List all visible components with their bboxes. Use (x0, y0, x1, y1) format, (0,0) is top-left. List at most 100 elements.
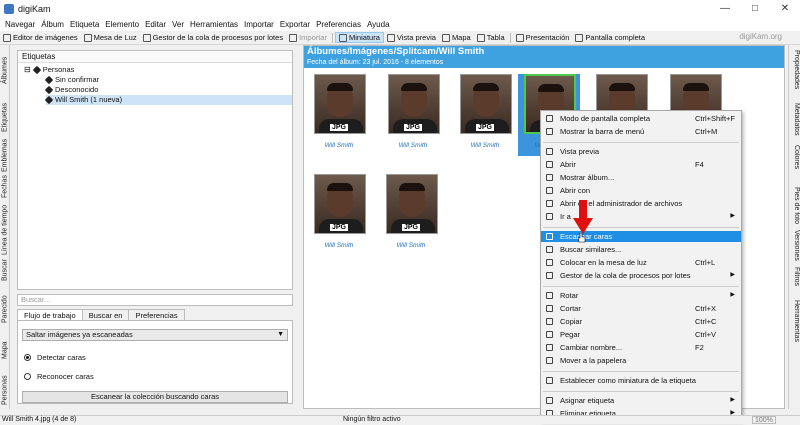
photo-hair (399, 183, 425, 191)
tag-node-personas[interactable]: ⊟ Personas (24, 65, 292, 75)
tab-preferencias[interactable]: Preferencias (128, 309, 185, 320)
sidebar-tab-mapa[interactable]: Mapa (0, 333, 10, 367)
tabla-icon (476, 33, 485, 42)
toolbar-gestor-de-la-cola-de-procesos-por-lotes-button[interactable]: Gestor de la cola de procesos por lotes (140, 33, 287, 42)
detect-faces-label: Detectar caras (37, 353, 86, 362)
menu-navegar[interactable]: Navegar (2, 20, 38, 29)
tab-flujo-de-trabajo[interactable]: Flujo de trabajo (17, 309, 83, 320)
photo-hair (609, 83, 635, 91)
minimize-icon[interactable]: — (710, 0, 740, 17)
menu-etiqueta[interactable]: Etiqueta (67, 20, 102, 29)
menu-item-shortcut: Ctrl+C (695, 317, 717, 326)
context-menu-item-buscar-similares[interactable]: Buscar similares... (541, 244, 741, 255)
sidebar-tab-filtros[interactable]: Filtros (790, 267, 800, 295)
context-menu-item-mostrar-la-barra-de-menu[interactable]: Mostrar la barra de menú Ctrl+M (541, 126, 741, 137)
menu-elemento[interactable]: Elemento (102, 20, 142, 29)
scan-collection-button[interactable]: Escanear la colección buscando caras (22, 391, 288, 403)
context-menu-item-abrir-con[interactable]: Abrir con (541, 185, 741, 196)
tag-search-input[interactable]: Buscar... (17, 294, 293, 306)
sidebar-tab-linea-de-tiempo[interactable]: Línea de tiempo (0, 205, 10, 255)
context-menu-item-modo-de-pantalla-completa[interactable]: Modo de pantalla completa Ctrl+Shift+F (541, 113, 741, 124)
recognize-faces-radio[interactable]: Reconocer caras (24, 372, 94, 381)
toolbar-pantalla-completa-button[interactable]: Pantalla completa (572, 33, 648, 42)
context-menu-item-gestor-de-la-cola-de-procesos-por-lotes[interactable]: Gestor de la cola de procesos por lotes ▶ (541, 270, 741, 281)
image-thumbnail[interactable]: JPG Will Smith (382, 74, 444, 156)
sidebar-tab-albumes[interactable]: Álbumes (0, 50, 10, 90)
toolbar-importar-button[interactable]: Importar (286, 33, 330, 42)
context-menu-item-rotar[interactable]: Rotar ▶ (541, 290, 741, 301)
context-menu-item-asignar-etiqueta[interactable]: Asignar etiqueta ▶ (541, 395, 741, 406)
menu-ver[interactable]: Ver (169, 20, 187, 29)
toolbar-vista-previa-button[interactable]: Vista previa (384, 33, 439, 42)
tag-node-sin-confirmar[interactable]: Sin confirmar (44, 75, 292, 85)
tag-node-desconocido[interactable]: Desconocido (44, 85, 292, 95)
menu-item-shortcut: F2 (695, 343, 704, 352)
menu-ayuda[interactable]: Ayuda (364, 20, 393, 29)
scan-mode-select[interactable]: Saltar imágenes ya escaneadas ▼ (22, 329, 288, 341)
menu-exportar[interactable]: Exportar (277, 20, 313, 29)
context-menu-item-ir-a[interactable]: Ir a ▶ (541, 211, 741, 222)
tab-buscar-en[interactable]: Buscar en (81, 309, 130, 320)
zoom-field[interactable]: 100% (752, 416, 776, 424)
sidebar-tab-personas[interactable]: Personas (0, 370, 10, 410)
thumbnail-caption: Will Smith (398, 142, 428, 149)
album-header: Álbumes/Imágenes/Splitcam/Will Smith Fec… (304, 46, 784, 68)
title-bar: digiKam — □ ✕ (0, 0, 800, 17)
context-menu-item-mostrar-album[interactable]: Mostrar álbum... (541, 172, 741, 183)
context-menu-item-pegar[interactable]: Pegar Ctrl+V (541, 329, 741, 340)
menu-editar[interactable]: Editar (142, 20, 169, 29)
context-menu-item-vista-previa[interactable]: Vista previa (541, 146, 741, 157)
mostrar-la-barra-de-menu-icon (546, 128, 553, 135)
context-menu-item-abrir-en-el-administrador-de-archivos[interactable]: Abrir en el administrador de archivos (541, 198, 741, 209)
sidebar-tab-versiones[interactable]: Versiones (790, 230, 800, 262)
sidebar-tab-parecido[interactable]: Parecido (0, 288, 10, 330)
close-icon[interactable]: ✕ (770, 0, 800, 17)
context-menu-item-cambiar-nombre[interactable]: Cambiar nombre... F2 (541, 342, 741, 353)
image-thumbnail[interactable]: JPG Will Smith (308, 174, 370, 256)
mover-a-la-papelera-icon (546, 357, 553, 364)
file-format-badge: JPG (330, 224, 349, 231)
collapse-icon[interactable]: ⊟ (24, 65, 31, 75)
menu-preferencias[interactable]: Preferencias (313, 20, 364, 29)
sidebar-tab-metadatos[interactable]: Metadatos (790, 103, 800, 141)
sidebar-tab-propiedades[interactable]: Propiedades (790, 50, 800, 98)
sidebar-tab-buscar[interactable]: Buscar (0, 255, 10, 285)
toolbar-presentacion-button[interactable]: Presentación (513, 33, 573, 42)
thumbnail-caption: Will Smith (470, 142, 500, 149)
image-thumbnail[interactable]: JPG Will Smith (380, 174, 442, 256)
toolbar-miniatura-button[interactable]: Miniatura (335, 32, 384, 43)
abrir-icon (546, 161, 553, 168)
toolbar-tabla-button[interactable]: Tabla (474, 33, 508, 42)
thumbnail-caption: Will Smith (324, 242, 354, 249)
context-menu-item-abrir[interactable]: Abrir F4 (541, 159, 741, 170)
sidebar-tab-emblemas[interactable]: Emblemas (0, 138, 10, 171)
sidebar-tab-pies-de-foto[interactable]: Pies de foto (790, 187, 800, 227)
menu-importar[interactable]: Importar (241, 20, 277, 29)
left-sidebar-tabs: Álbumes Etiquetas Emblemas Fechas Línea de t… (0, 45, 10, 409)
context-menu-item-copiar[interactable]: Copiar Ctrl+C (541, 316, 741, 327)
submenu-arrow-icon: ▶ (730, 397, 735, 403)
menu-herramientas[interactable]: Herramientas (187, 20, 241, 29)
sidebar-tab-colores[interactable]: Colores (790, 145, 800, 181)
detect-faces-radio[interactable]: Detectar caras (24, 353, 86, 362)
image-thumbnail[interactable]: JPG Will Smith (308, 74, 370, 156)
context-menu-item-escanear-caras[interactable]: Escanear caras (541, 231, 741, 242)
pegar-icon (546, 331, 553, 338)
maximize-icon[interactable]: □ (740, 0, 770, 17)
image-thumbnail[interactable]: JPG Will Smith (454, 74, 516, 156)
context-menu-item-colocar-en-la-mesa-de-luz[interactable]: Colocar en la mesa de luz Ctrl+L (541, 257, 741, 268)
brand-link[interactable]: digiKam.org (739, 32, 782, 41)
vista-previa-icon (546, 148, 553, 155)
toolbar-mapa-button[interactable]: Mapa (439, 33, 474, 42)
tag-node-will-smith-1-nueva[interactable]: Will Smith (1 nueva) (44, 95, 292, 105)
menu-album[interactable]: Álbum (38, 20, 67, 29)
toolbar-editor-de-imagenes-button[interactable]: Editor de imágenes (0, 33, 81, 42)
toolbar-mesa-de-luz-button[interactable]: Mesa de Luz (81, 33, 140, 42)
toolbar-label: Mesa de Luz (93, 33, 137, 42)
sidebar-tab-etiquetas[interactable]: Etiquetas (0, 97, 10, 137)
sidebar-tab-herramientas[interactable]: Herramientas (790, 300, 800, 348)
context-menu-item-mover-a-la-papelera[interactable]: Mover a la papelera (541, 355, 741, 366)
sidebar-tab-fechas[interactable]: Fechas (0, 170, 10, 204)
context-menu-item-cortar[interactable]: Cortar Ctrl+X (541, 303, 741, 314)
context-menu-item-establecer-como-miniatura-de-la-etiqueta[interactable]: Establecer como miniatura de la etiqueta (541, 375, 741, 386)
